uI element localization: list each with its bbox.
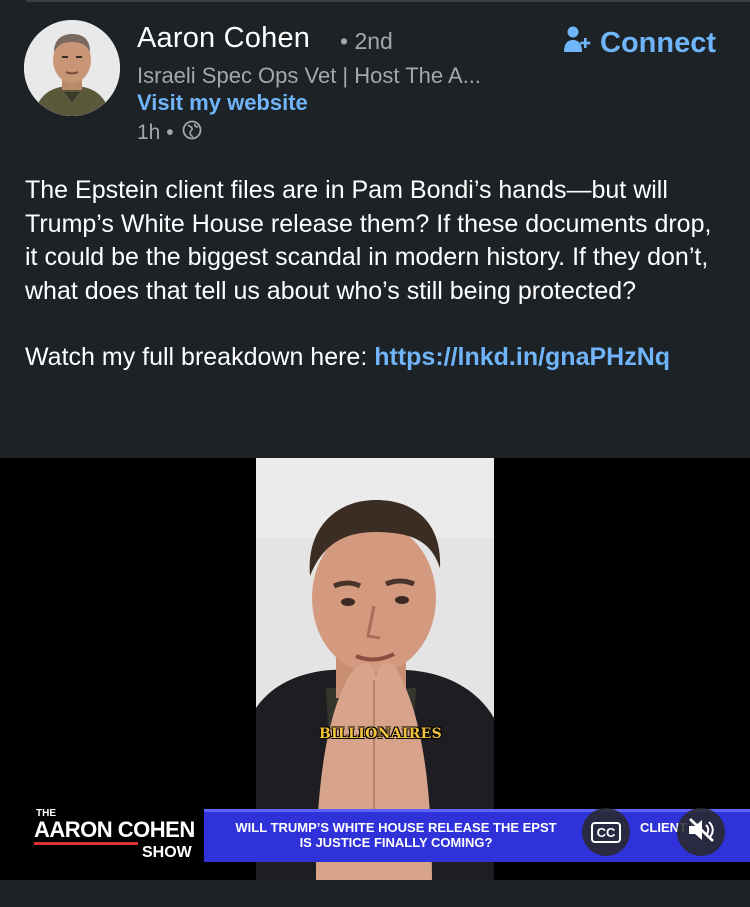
cc-icon: CC xyxy=(590,821,622,843)
author-headline: Israeli Spec Ops Vet | Host The A... xyxy=(137,63,482,88)
globe-icon xyxy=(182,120,202,146)
connect-button[interactable]: Connect xyxy=(564,24,716,62)
banner-text: WILL TRUMP’S WHITE HOUSE RELEASE THE EPS… xyxy=(204,820,566,850)
mute-button[interactable] xyxy=(677,808,725,856)
post-footer xyxy=(0,880,750,907)
author-name[interactable]: Aaron Cohen xyxy=(137,22,310,55)
post-time-text: 1h • xyxy=(137,121,174,144)
logo-underline xyxy=(34,842,138,845)
visit-website-link[interactable]: Visit my website xyxy=(137,90,308,116)
post-cta: Watch my full breakdown here: https://ln… xyxy=(25,341,725,375)
banner-line-2: IS JUSTICE FINALLY COMING? xyxy=(299,835,493,850)
video-player[interactable]: BILLIONAIRES THE AARON COHEN SHOW WILL T… xyxy=(0,458,750,880)
show-logo: THE AARON COHEN SHOW xyxy=(34,808,204,868)
post-timestamp: 1h • xyxy=(137,120,202,146)
speaker-muted-icon xyxy=(686,816,716,849)
avatar[interactable] xyxy=(24,20,120,116)
captions-button[interactable]: CC xyxy=(582,808,630,856)
post-link[interactable]: https://lnkd.in/gnaPHzNq xyxy=(374,343,670,371)
post-text: The Epstein client files are in Pam Bond… xyxy=(25,176,712,305)
feed-post: Aaron Cohen • 2nd Israeli Spec Ops Vet |… xyxy=(0,0,750,907)
divider xyxy=(26,0,750,2)
logo-name-part1: AARON xyxy=(34,817,118,842)
connection-degree: • 2nd xyxy=(340,28,393,54)
video-caption: BILLIONAIRES xyxy=(319,726,443,742)
logo-name: AARON COHEN xyxy=(34,817,195,843)
lower-third-banner: WILL TRUMP’S WHITE HOUSE RELEASE THE EPS… xyxy=(204,809,750,862)
logo-name-part2: COHEN xyxy=(117,817,195,842)
add-person-icon xyxy=(564,24,592,62)
avatar-photo xyxy=(24,20,120,116)
post-cta-text: Watch my full breakdown here: xyxy=(25,343,375,371)
post-body: The Epstein client files are in Pam Bond… xyxy=(25,174,725,375)
logo-show: SHOW xyxy=(142,844,192,861)
connect-label: Connect xyxy=(600,26,716,59)
banner-line-1: WILL TRUMP’S WHITE HOUSE RELEASE THE EPS… xyxy=(235,820,557,835)
